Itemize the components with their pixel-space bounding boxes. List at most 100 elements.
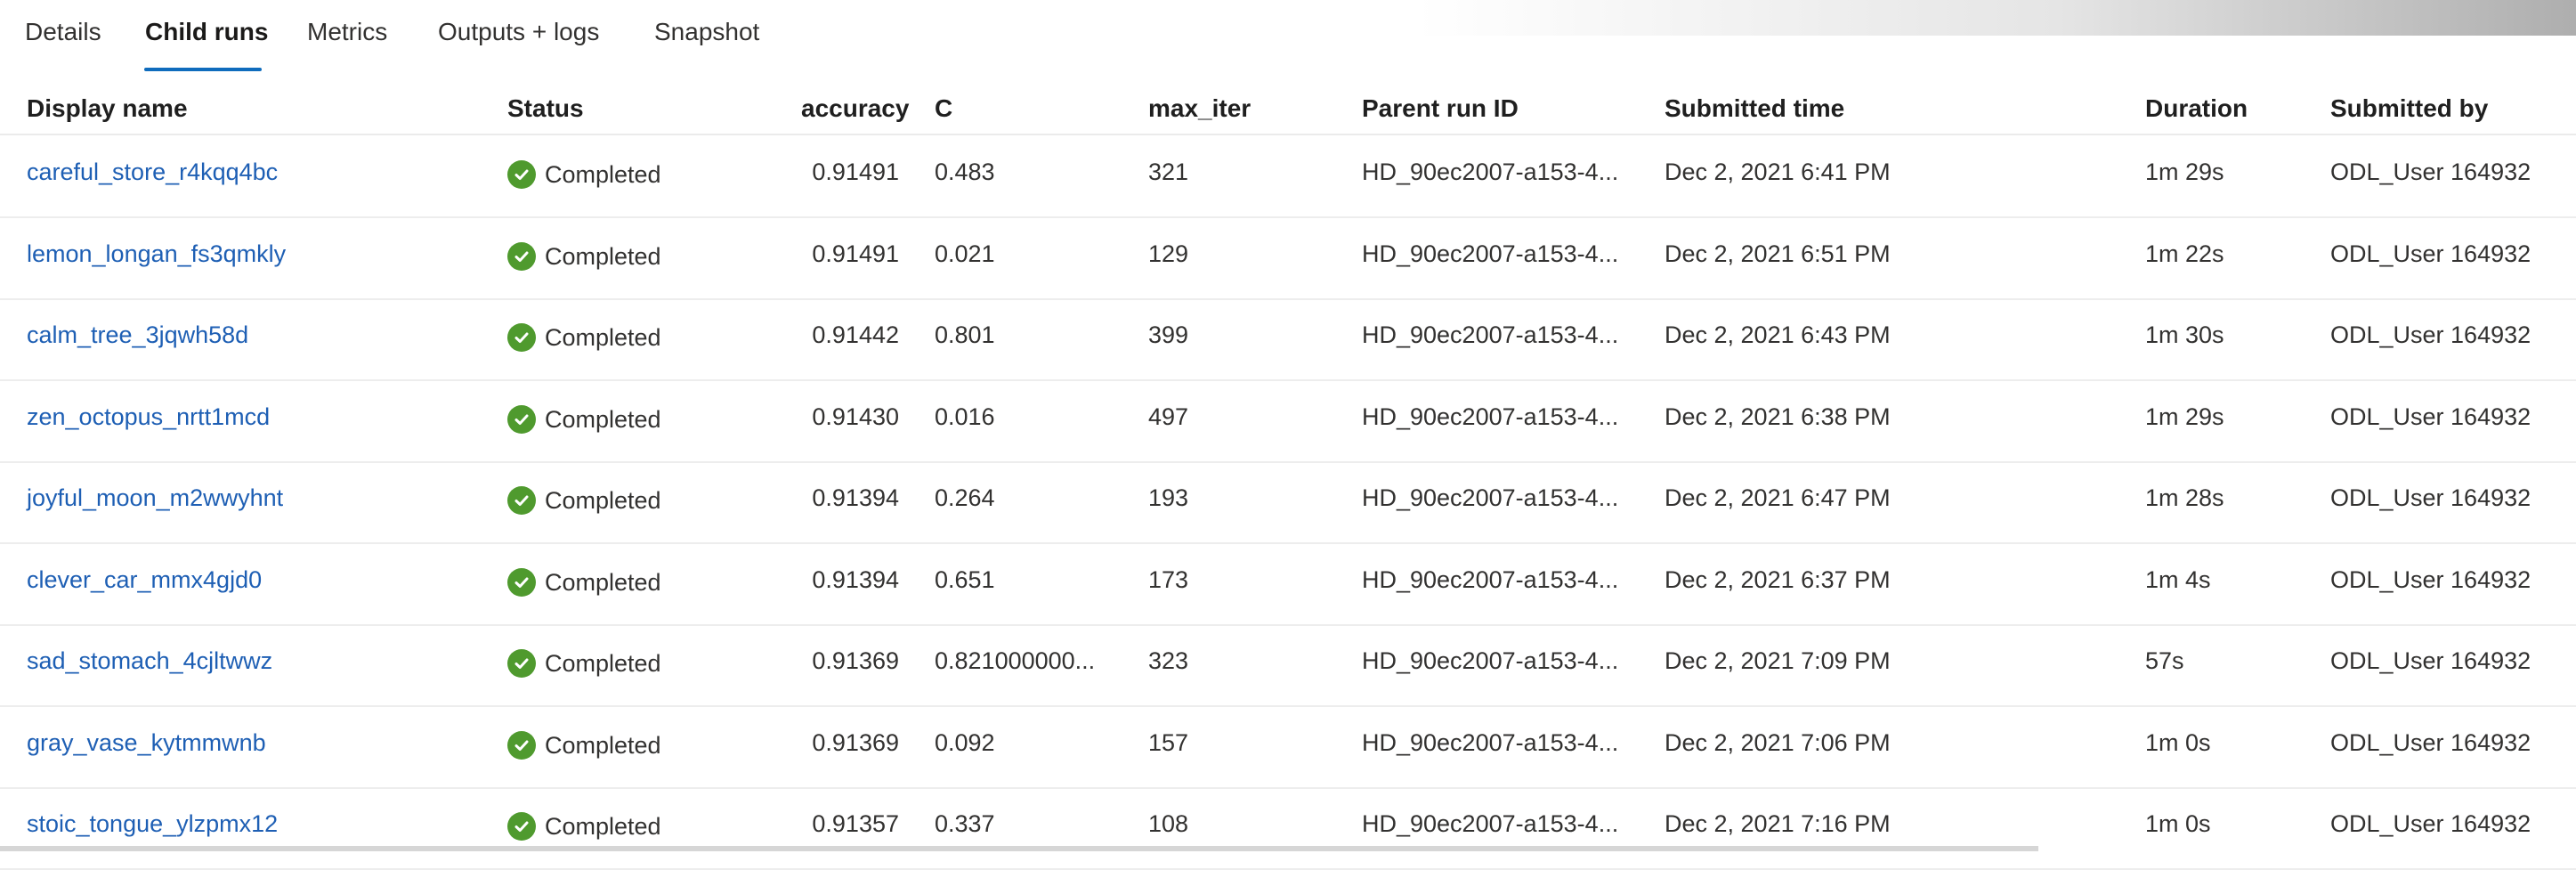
max-iter-value: 173 [1148,566,1189,593]
submitted-time-value: Dec 2, 2021 7:09 PM [1665,647,1891,674]
max-iter-value: 399 [1148,321,1189,348]
submitted-by-value: ODL_User 164932 [2330,810,2531,837]
tab-details[interactable]: Details [25,18,101,46]
parent-run-id-value: HD_90ec2007-a153-4... [1362,403,1619,430]
max-iter-value: 157 [1148,729,1189,756]
submitted-by-value: ODL_User 164932 [2330,729,2531,756]
table-row[interactable]: careful_store_r4kqq4bc Completed 0.91491… [0,135,2576,218]
status-label: Completed [545,812,661,840]
submitted-by-value: ODL_User 164932 [2330,240,2531,267]
status-cell: Completed [507,486,661,515]
duration-value: 1m 22s [2145,240,2224,267]
run-name-link[interactable]: clever_car_mmx4gjd0 [27,566,262,594]
column-header-c[interactable]: C [935,94,952,123]
check-circle-icon [507,649,536,678]
accuracy-value: 0.91357 [812,810,899,837]
status-label: Completed [545,568,661,596]
parent-run-id-value: HD_90ec2007-a153-4... [1362,321,1619,348]
status-label: Completed [545,242,661,270]
duration-value: 1m 29s [2145,159,2224,185]
status-cell: Completed [507,405,661,434]
run-name-link[interactable]: gray_vase_kytmmwnb [27,729,266,757]
duration-value: 1m 0s [2145,729,2211,756]
max-iter-value: 129 [1148,240,1189,267]
column-header-submitted-by[interactable]: Submitted by [2330,94,2488,123]
status-label: Completed [545,486,661,514]
status-cell: Completed [507,731,661,760]
check-circle-icon [507,568,536,597]
check-circle-icon [507,323,536,352]
max-iter-value: 497 [1148,403,1189,430]
horizontal-scrollbar[interactable] [0,846,2038,851]
parent-run-id-value: HD_90ec2007-a153-4... [1362,647,1619,674]
duration-value: 1m 29s [2145,403,2224,430]
check-circle-icon [507,405,536,434]
check-circle-icon [507,160,536,189]
column-header-max-iter[interactable]: max_iter [1148,94,1251,123]
status-label: Completed [545,731,661,759]
c-value: 0.021 [935,240,995,267]
check-circle-icon [507,486,536,515]
accuracy-value: 0.91369 [812,729,899,756]
accuracy-value: 0.91430 [812,403,899,430]
status-cell: Completed [507,568,661,597]
table-row[interactable]: sad_stomach_4cjltwwz Completed 0.91369 0… [0,624,2576,707]
run-name-link[interactable]: stoic_tongue_ylzpmx12 [27,810,278,838]
run-name-link[interactable]: zen_octopus_nrtt1mcd [27,403,270,431]
table-row[interactable]: calm_tree_3jqwh58d Completed 0.91442 0.8… [0,298,2576,381]
status-label: Completed [545,323,661,351]
check-circle-icon [507,242,536,271]
tab-outputs-logs[interactable]: Outputs + logs [438,18,599,46]
status-label: Completed [545,405,661,433]
max-iter-value: 193 [1148,484,1189,511]
accuracy-value: 0.91369 [812,647,899,674]
status-label: Completed [545,649,661,677]
submitted-time-value: Dec 2, 2021 6:43 PM [1665,321,1891,348]
parent-run-id-value: HD_90ec2007-a153-4... [1362,729,1619,756]
submitted-by-value: ODL_User 164932 [2330,647,2531,674]
submitted-time-value: Dec 2, 2021 6:51 PM [1665,240,1891,267]
c-value: 0.092 [935,729,995,756]
column-header-display-name[interactable]: Display name [27,94,188,123]
c-value: 0.821000000... [935,647,1096,674]
submitted-by-value: ODL_User 164932 [2330,159,2531,185]
c-value: 0.483 [935,159,995,185]
c-value: 0.801 [935,321,995,348]
table-row[interactable]: joyful_moon_m2wwyhnt Completed 0.91394 0… [0,461,2576,544]
column-header-submitted-time[interactable]: Submitted time [1665,94,1844,123]
c-value: 0.264 [935,484,995,511]
duration-value: 1m 0s [2145,810,2211,837]
run-name-link[interactable]: joyful_moon_m2wwyhnt [27,484,283,512]
column-header-parent-run-id[interactable]: Parent run ID [1362,94,1519,123]
column-header-status[interactable]: Status [507,94,584,123]
duration-value: 1m 4s [2145,566,2211,593]
column-header-accuracy[interactable]: accuracy [801,94,909,123]
run-name-link[interactable]: calm_tree_3jqwh58d [27,321,248,349]
tab-bar: Details Child runs Metrics Outputs + log… [0,0,890,73]
parent-run-id-value: HD_90ec2007-a153-4... [1362,484,1619,511]
submitted-time-value: Dec 2, 2021 6:41 PM [1665,159,1891,185]
submitted-by-value: ODL_User 164932 [2330,484,2531,511]
status-cell: Completed [507,323,661,352]
run-name-link[interactable]: careful_store_r4kqq4bc [27,159,278,186]
tab-snapshot[interactable]: Snapshot [654,18,759,46]
submitted-by-value: ODL_User 164932 [2330,321,2531,348]
column-header-duration[interactable]: Duration [2145,94,2248,123]
tab-metrics[interactable]: Metrics [307,18,387,46]
accuracy-value: 0.91394 [812,484,899,511]
table-row[interactable]: gray_vase_kytmmwnb Completed 0.91369 0.0… [0,706,2576,789]
max-iter-value: 323 [1148,647,1189,674]
tab-child-runs[interactable]: Child runs [145,18,268,46]
check-circle-icon [507,731,536,760]
run-name-link[interactable]: sad_stomach_4cjltwwz [27,647,272,675]
run-name-link[interactable]: lemon_longan_fs3qmkly [27,240,286,268]
duration-value: 1m 30s [2145,321,2224,348]
table-row[interactable]: stoic_tongue_ylzpmx12 Completed 0.91357 … [0,787,2576,870]
table-row[interactable]: clever_car_mmx4gjd0 Completed 0.91394 0.… [0,543,2576,626]
max-iter-value: 108 [1148,810,1189,837]
parent-run-id-value: HD_90ec2007-a153-4... [1362,159,1619,185]
table-row[interactable]: zen_octopus_nrtt1mcd Completed 0.91430 0… [0,380,2576,463]
max-iter-value: 321 [1148,159,1189,185]
parent-run-id-value: HD_90ec2007-a153-4... [1362,240,1619,267]
table-row[interactable]: lemon_longan_fs3qmkly Completed 0.91491 … [0,217,2576,300]
